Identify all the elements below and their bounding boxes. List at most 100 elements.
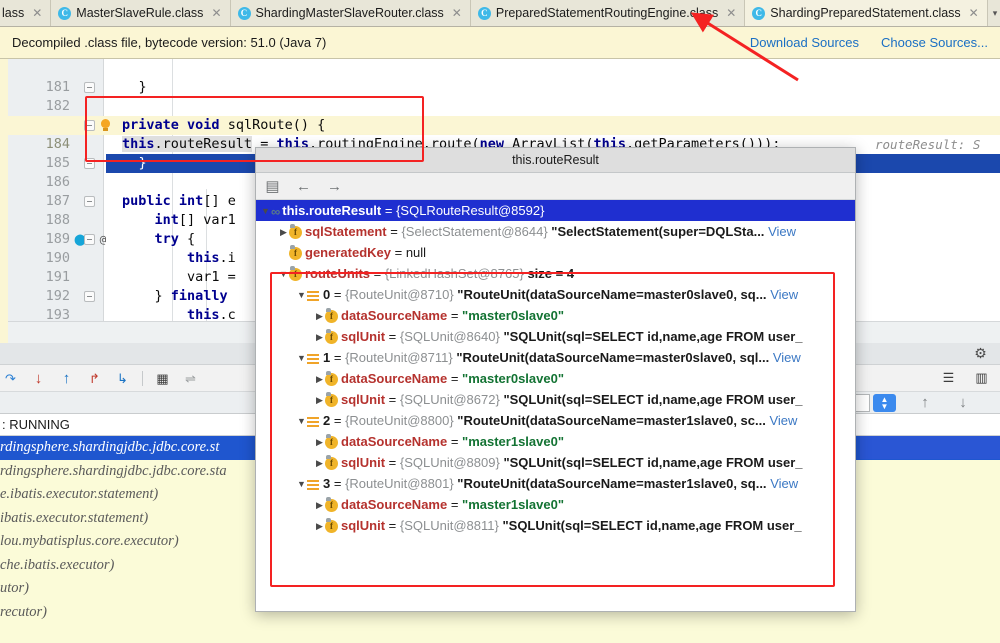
tab-sharding-prepared-statement[interactable]: C ShardingPreparedStatement.class ✕ xyxy=(745,0,987,26)
expand-toggle-icon[interactable]: ▼ xyxy=(296,348,307,368)
fold-toggle-icon[interactable] xyxy=(84,196,95,207)
next-occurrence-icon[interactable]: ↓ xyxy=(954,394,972,412)
tree-row[interactable]: ▶fsqlStatement = {SelectStatement@8644} … xyxy=(256,221,855,242)
equals-sign: = xyxy=(447,308,462,323)
tree-row[interactable]: ▶fdataSourceName = "master0slave0" xyxy=(256,368,855,389)
view-link[interactable]: View xyxy=(773,350,801,365)
view-link[interactable]: View xyxy=(769,413,797,428)
popup-toolbar[interactable]: ▤ ← → xyxy=(256,173,855,200)
tree-row[interactable]: ▼∞this.routeResult = {SQLRouteResult@859… xyxy=(256,200,855,221)
expand-toggle-icon[interactable]: ▶ xyxy=(314,306,325,326)
expand-toggle-icon[interactable]: ▼ xyxy=(296,411,307,431)
fold-toggle-icon[interactable] xyxy=(84,158,95,169)
expand-toggle-icon[interactable]: ▼ xyxy=(296,285,307,305)
prev-occurrence-icon[interactable]: ↑ xyxy=(916,394,934,412)
tree-row[interactable]: ▶fgeneratedKey = null xyxy=(256,242,855,263)
expand-toggle-icon[interactable]: ▶ xyxy=(278,222,289,242)
evaluate-expression-icon[interactable]: ▦ xyxy=(154,370,171,387)
tree-row[interactable]: ▼0 = {RouteUnit@8710} "RouteUnit(dataSou… xyxy=(256,284,855,305)
force-step-into-icon[interactable]: ↑ xyxy=(58,370,75,387)
choose-sources-link[interactable]: Choose Sources... xyxy=(881,35,988,50)
code-line[interactable]: 181 xyxy=(0,59,1000,78)
expand-toggle-icon[interactable]: ▼ xyxy=(278,264,289,284)
gear-icon[interactable]: ⚙ xyxy=(973,346,988,361)
mute-breakpoints-icon[interactable]: ⇌ xyxy=(182,370,199,387)
variable-name: this.routeResult xyxy=(282,203,381,218)
tree-row[interactable]: ▶fdataSourceName = "master0slave0" xyxy=(256,305,855,326)
tree-row[interactable]: ▶fdataSourceName = "master1slave0" xyxy=(256,431,855,452)
code-line[interactable]: 184 private void sqlRoute() { xyxy=(0,116,1000,135)
back-arrow-icon[interactable]: ← xyxy=(295,178,312,195)
view-link[interactable]: View xyxy=(770,476,798,491)
class-icon: C xyxy=(478,7,491,20)
layout-list-icon[interactable]: ☰ xyxy=(940,369,957,386)
fold-toggle-icon[interactable] xyxy=(84,291,95,302)
list-item-icon xyxy=(307,479,319,491)
tree-row[interactable]: ▼3 = {RouteUnit@8801} "RouteUnit(dataSou… xyxy=(256,473,855,494)
equals-sign: = xyxy=(447,434,462,449)
tree-row[interactable]: ▶fdataSourceName = "master1slave0" xyxy=(256,494,855,515)
tab-master-slave-rule[interactable]: C MasterSlaveRule.class ✕ xyxy=(51,0,230,26)
tab-prepared-statement-routing-engine[interactable]: C PreparedStatementRoutingEngine.class ✕ xyxy=(471,0,745,26)
fold-toggle-icon[interactable] xyxy=(84,120,95,131)
expand-toggle-icon[interactable]: ▶ xyxy=(314,390,325,410)
debugger-value-popup[interactable]: this.routeResult ▤ ← → ▼∞this.routeResul… xyxy=(255,147,856,612)
fold-toggle-icon[interactable] xyxy=(84,234,95,245)
code-text: } finally xyxy=(122,287,228,306)
run-to-cursor-icon[interactable]: ↳ xyxy=(114,370,131,387)
object-ref: {SQLUnit@8672} xyxy=(400,392,500,407)
variable-name: dataSourceName xyxy=(341,371,447,386)
field-icon: f xyxy=(325,499,338,512)
object-ref: {RouteUnit@8711} xyxy=(345,350,453,365)
object-ref: {LinkedHashSet@8765} xyxy=(385,266,524,281)
tab-sharding-master-slave-router[interactable]: C ShardingMasterSlaveRouter.class ✕ xyxy=(231,0,471,26)
stepper-icon[interactable]: ▲▼ xyxy=(873,394,896,412)
code-line[interactable]: 183 xyxy=(0,97,1000,116)
close-icon[interactable]: ✕ xyxy=(452,7,462,19)
code-line[interactable]: 182 } xyxy=(0,78,1000,97)
download-sources-link[interactable]: Download Sources xyxy=(750,35,859,50)
field-icon: f xyxy=(325,520,338,533)
forward-arrow-icon[interactable]: → xyxy=(326,178,343,195)
toolbar-divider xyxy=(142,371,143,386)
tree-row[interactable]: ▶fsqlUnit = {SQLUnit@8672} "SQLUnit(sql=… xyxy=(256,389,855,410)
expand-toggle-icon[interactable]: ▶ xyxy=(314,369,325,389)
step-over-icon[interactable]: ↷ xyxy=(2,370,19,387)
code-text: } xyxy=(106,78,147,97)
close-icon[interactable]: ✕ xyxy=(211,7,221,19)
tree-row[interactable]: ▼frouteUnits = {LinkedHashSet@8765} size… xyxy=(256,263,855,284)
expand-toggle-icon[interactable]: ▶ xyxy=(314,453,325,473)
close-icon[interactable]: ✕ xyxy=(969,7,979,19)
tab-class-clipped[interactable]: lass ✕ xyxy=(0,0,51,26)
console-selection-highlight xyxy=(860,436,1000,459)
step-into-icon[interactable]: ↓ xyxy=(30,370,47,387)
object-ref: {SQLUnit@8811} xyxy=(400,518,499,533)
close-icon[interactable]: ✕ xyxy=(32,7,42,19)
class-icon: C xyxy=(752,7,765,20)
fold-toggle-icon[interactable] xyxy=(84,82,95,93)
step-out-icon[interactable]: ↱ xyxy=(86,370,103,387)
expand-toggle-icon[interactable]: ▼ xyxy=(260,201,271,221)
view-link[interactable]: View xyxy=(768,224,796,239)
banner-message: Decompiled .class file, bytecode version… xyxy=(12,35,326,50)
set-value-icon[interactable]: ▤ xyxy=(264,178,281,195)
view-link[interactable]: View xyxy=(770,287,798,302)
tree-row[interactable]: ▶fsqlUnit = {SQLUnit@8811} "SQLUnit(sql=… xyxy=(256,515,855,536)
tree-row[interactable]: ▼2 = {RouteUnit@8800} "RouteUnit(dataSou… xyxy=(256,410,855,431)
equals-sign: = xyxy=(385,518,400,533)
variables-tree[interactable]: ▼∞this.routeResult = {SQLRouteResult@859… xyxy=(256,200,855,611)
expand-toggle-icon[interactable]: ▶ xyxy=(314,432,325,452)
code-text: } xyxy=(106,154,147,173)
expand-toggle-icon[interactable]: ▶ xyxy=(314,516,325,536)
close-icon[interactable]: ✕ xyxy=(726,7,736,19)
intention-bulb-icon[interactable] xyxy=(99,119,112,132)
tree-row[interactable]: ▶fsqlUnit = {SQLUnit@8809} "SQLUnit(sql=… xyxy=(256,452,855,473)
tree-row[interactable]: ▶fsqlUnit = {SQLUnit@8640} "SQLUnit(sql=… xyxy=(256,326,855,347)
tab-list-chevron-down-icon[interactable]: ▾ xyxy=(988,0,1000,26)
expand-toggle-icon[interactable]: ▼ xyxy=(296,474,307,494)
tree-row[interactable]: ▼1 = {RouteUnit@8711} "RouteUnit(dataSou… xyxy=(256,347,855,368)
execution-point-highlight xyxy=(856,154,1000,173)
expand-toggle-icon[interactable]: ▶ xyxy=(314,495,325,515)
expand-toggle-icon[interactable]: ▶ xyxy=(314,327,325,347)
layout-split-icon[interactable]: ▥ xyxy=(973,369,990,386)
